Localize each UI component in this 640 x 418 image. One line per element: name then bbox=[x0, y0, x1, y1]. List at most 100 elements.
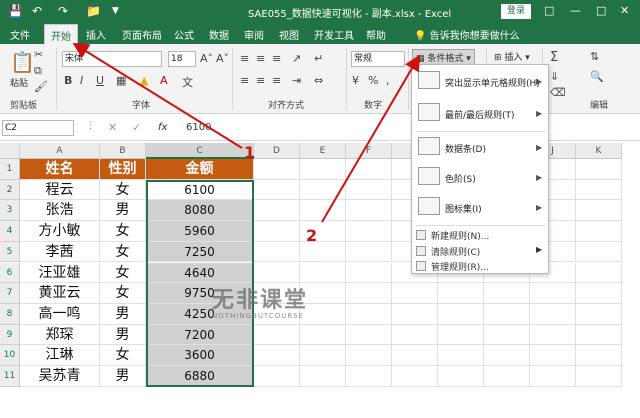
row-header-7[interactable]: 7 bbox=[0, 283, 20, 304]
column-header-b[interactable]: B bbox=[100, 143, 146, 159]
undo-icon[interactable]: ↶ bbox=[32, 4, 42, 18]
empty-cell[interactable] bbox=[576, 366, 622, 387]
empty-cell[interactable] bbox=[484, 366, 530, 387]
tab-help[interactable]: 帮助 bbox=[366, 27, 386, 42]
close-icon[interactable]: ✕ bbox=[620, 4, 629, 17]
empty-cell[interactable] bbox=[300, 262, 346, 284]
empty-cell[interactable] bbox=[346, 283, 392, 304]
font-color-icon[interactable]: A bbox=[160, 74, 168, 87]
table-header-cell[interactable]: 性别 bbox=[100, 159, 146, 180]
empty-cell[interactable] bbox=[438, 283, 484, 304]
login-button[interactable]: 登录 bbox=[501, 4, 531, 19]
border-icon[interactable]: ▦ bbox=[116, 74, 126, 87]
gender-cell[interactable]: 男 bbox=[100, 366, 146, 387]
empty-cell[interactable] bbox=[438, 345, 484, 366]
align-top-icon[interactable]: ≡ bbox=[240, 52, 249, 65]
cut-icon[interactable]: ✂ bbox=[34, 48, 43, 61]
row-header-2[interactable]: 2 bbox=[0, 179, 20, 201]
row-header-5[interactable]: 5 bbox=[0, 241, 20, 263]
phonetic-icon[interactable]: 文 bbox=[182, 74, 193, 90]
align-middle-icon[interactable]: ≡ bbox=[256, 52, 265, 65]
fill-color-icon[interactable]: ▲ bbox=[140, 74, 148, 87]
empty-cell[interactable] bbox=[576, 262, 622, 284]
gender-cell[interactable]: 女 bbox=[100, 345, 146, 366]
empty-cell[interactable] bbox=[484, 345, 530, 366]
percent-icon[interactable]: % bbox=[368, 74, 378, 87]
empty-cell[interactable] bbox=[346, 241, 392, 263]
empty-cell[interactable] bbox=[576, 221, 622, 242]
empty-cell[interactable] bbox=[254, 345, 300, 366]
empty-cell[interactable] bbox=[530, 324, 576, 346]
menu-item-new-rule[interactable]: 新建规则(N)... bbox=[416, 229, 548, 242]
name-cell[interactable]: 李茜 bbox=[20, 241, 100, 263]
empty-cell[interactable] bbox=[438, 303, 484, 325]
comma-style-icon[interactable]: , bbox=[386, 74, 390, 87]
indent-icon[interactable]: ⇥ bbox=[292, 74, 301, 87]
find-select-icon[interactable]: 🔍 bbox=[590, 70, 604, 83]
orientation-icon[interactable]: ↗ bbox=[292, 52, 301, 65]
tab-developer[interactable]: 开发工具 bbox=[314, 27, 354, 42]
open-folder-icon[interactable]: 📁 bbox=[86, 4, 101, 18]
row-header-8[interactable]: 8 bbox=[0, 303, 20, 325]
tab-formulas[interactable]: 公式 bbox=[174, 27, 194, 42]
tab-home[interactable]: 开始 bbox=[44, 24, 78, 44]
italic-icon[interactable]: I bbox=[80, 74, 83, 87]
name-cell[interactable]: 汪亚雄 bbox=[20, 262, 100, 284]
gender-cell[interactable]: 男 bbox=[100, 303, 146, 325]
menu-item-icon-sets[interactable]: 图标集(I) ▶ bbox=[412, 197, 548, 219]
empty-cell[interactable] bbox=[576, 200, 622, 222]
empty-cell[interactable] bbox=[530, 345, 576, 366]
column-header-k[interactable]: K bbox=[576, 143, 622, 159]
redo-icon[interactable]: ↷ bbox=[58, 4, 68, 18]
gender-cell[interactable]: 女 bbox=[100, 221, 146, 242]
font-size-select[interactable]: 18 bbox=[168, 51, 196, 67]
name-cell[interactable]: 郑琛 bbox=[20, 324, 100, 346]
tab-review[interactable]: 审阅 bbox=[244, 27, 264, 42]
empty-cell[interactable] bbox=[576, 179, 622, 201]
name-cell[interactable]: 方小敏 bbox=[20, 221, 100, 242]
insert-function-button[interactable]: fx bbox=[158, 122, 167, 133]
empty-cell[interactable] bbox=[346, 262, 392, 284]
menu-item-top-bottom-rules[interactable]: 最前/最后规则(T) ▶ bbox=[412, 103, 548, 125]
column-header-c[interactable]: C bbox=[146, 143, 254, 159]
empty-cell[interactable] bbox=[254, 221, 300, 242]
empty-cell[interactable] bbox=[484, 324, 530, 346]
tab-view[interactable]: 视图 bbox=[279, 27, 299, 42]
empty-cell[interactable] bbox=[392, 366, 438, 387]
paste-button[interactable]: 粘贴 bbox=[10, 76, 28, 89]
empty-cell[interactable] bbox=[576, 324, 622, 346]
empty-cell[interactable] bbox=[254, 366, 300, 387]
customize-toolbar-icon[interactable]: ▼ bbox=[112, 6, 119, 16]
menu-item-clear-rules[interactable]: 清除规则(C) ▶ bbox=[416, 245, 548, 258]
menu-item-highlight-rules[interactable]: 突出显示单元格规则(H) ▶ bbox=[412, 71, 548, 93]
empty-cell[interactable] bbox=[254, 200, 300, 222]
empty-cell[interactable] bbox=[346, 179, 392, 201]
select-all-corner[interactable] bbox=[0, 143, 20, 159]
align-center-icon[interactable]: ≡ bbox=[256, 74, 265, 87]
tab-data[interactable]: 数据 bbox=[209, 27, 229, 42]
tell-me-search[interactable]: 💡 告诉我你想要做什么 bbox=[414, 27, 520, 42]
underline-icon[interactable]: U bbox=[96, 74, 104, 87]
tab-file[interactable]: 文件 bbox=[10, 27, 30, 42]
empty-cell[interactable] bbox=[346, 366, 392, 387]
empty-cell[interactable] bbox=[300, 345, 346, 366]
name-cell[interactable]: 程云 bbox=[20, 179, 100, 201]
table-header-cell[interactable]: 金额 bbox=[146, 159, 254, 180]
name-cell[interactable]: 江琳 bbox=[20, 345, 100, 366]
menu-item-manage-rules[interactable]: 管理规则(R)... bbox=[416, 260, 548, 273]
copy-icon[interactable]: ⧉ bbox=[34, 64, 42, 78]
row-header-4[interactable]: 4 bbox=[0, 221, 20, 242]
menu-item-data-bars[interactable]: 数据条(D) ▶ bbox=[412, 137, 548, 159]
empty-cell[interactable] bbox=[576, 159, 622, 180]
empty-cell[interactable] bbox=[530, 366, 576, 387]
empty-cell[interactable] bbox=[254, 179, 300, 201]
table-header-cell[interactable]: 姓名 bbox=[20, 159, 100, 180]
row-header-11[interactable]: 11 bbox=[0, 366, 20, 387]
align-right-icon[interactable]: ≡ bbox=[272, 74, 281, 87]
sort-filter-icon[interactable]: ⇅ bbox=[590, 50, 599, 63]
format-painter-icon[interactable]: 🖌 bbox=[34, 80, 48, 93]
cancel-entry-icon[interactable]: ✕ bbox=[108, 121, 117, 134]
gender-cell[interactable]: 男 bbox=[100, 200, 146, 222]
row-header-1[interactable]: 1 bbox=[0, 159, 20, 180]
empty-cell[interactable] bbox=[438, 324, 484, 346]
